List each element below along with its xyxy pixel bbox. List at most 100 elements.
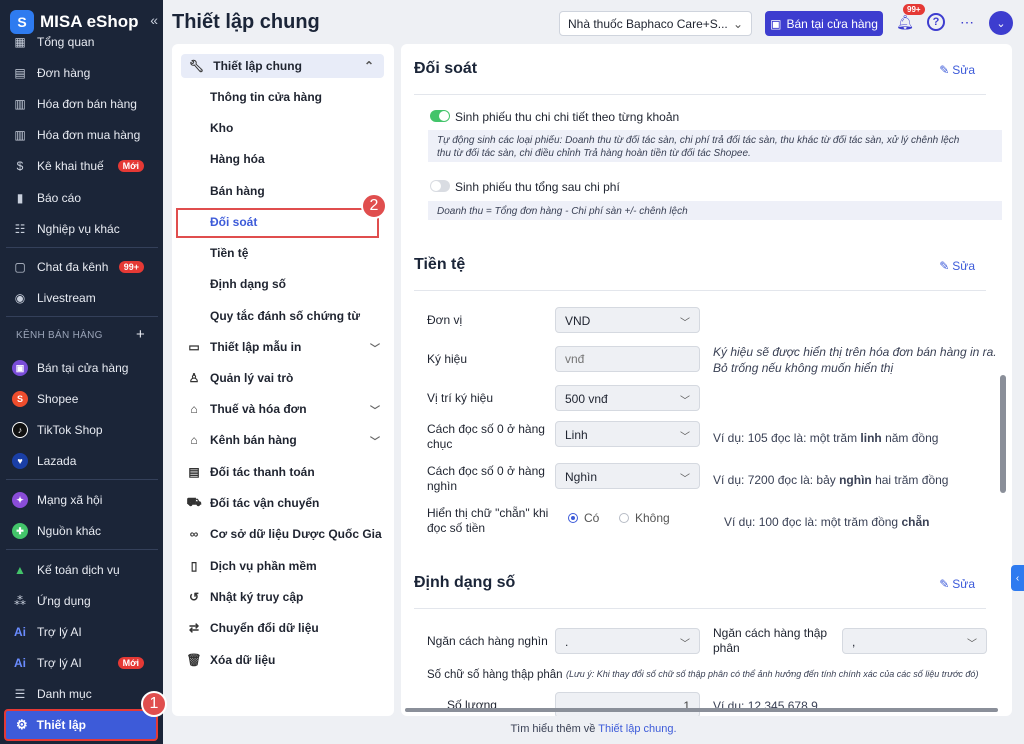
menu-warehouse[interactable]: Kho <box>210 121 233 135</box>
brand-name: MISA eShop <box>40 12 139 31</box>
menu-tax-invoice[interactable]: ⌂ Thuế và hóa đơn ﹀ <box>186 399 386 419</box>
sidebar-item-ai-assistant-new[interactable]: Ai Trợ lý AI Mới <box>12 651 158 675</box>
truck-icon: ⛟ <box>186 495 202 509</box>
menu-shipping-partners[interactable]: ⛟ Đối tác vận chuyển <box>186 493 386 513</box>
decimal-separator-select[interactable]: , ﹀ <box>842 628 987 654</box>
divider <box>414 608 986 609</box>
toggle-label: Sinh phiếu thu chi chi tiết theo từng kh… <box>455 110 680 124</box>
sidebar-item-chat[interactable]: ▢ Chat đa kênh 99+ <box>12 255 158 279</box>
sidebar-item-lazada[interactable]: ♥ Lazada <box>12 449 158 473</box>
broadcast-icon: ◉ <box>14 291 26 305</box>
divider <box>6 549 158 550</box>
learn-more-link[interactable]: Thiết lập chung. <box>598 723 676 735</box>
menu-sales[interactable]: Bán hàng <box>210 184 265 198</box>
footer: Tìm hiểu thêm về Thiết lập chung. <box>510 723 677 735</box>
read-zero-tens-select[interactable]: Linh ﹀ <box>555 421 700 447</box>
field-label: Cách đọc số 0 ở hàng nghìn <box>427 464 545 493</box>
convert-icon: ⇄ <box>188 621 200 635</box>
chevron-down-icon: ﹀ <box>370 405 380 417</box>
radio-yes[interactable] <box>568 513 578 523</box>
section-title-number-format: Định dạng số <box>414 574 516 591</box>
sell-in-store-button[interactable]: ▣ Bán tại cửa hàng <box>765 11 883 36</box>
menu-reconciliation[interactable]: Đối soát <box>210 215 257 229</box>
edit-reconciliation-button[interactable]: ✎ Sửa <box>939 63 975 77</box>
menu-pharma-database[interactable]: ∞ Cơ sở dữ liệu Dược Quốc Gia <box>186 524 386 544</box>
edit-number-format-button[interactable]: ✎ Sửa <box>939 577 975 591</box>
menu-software-services[interactable]: ▯ Dịch vụ phần mềm <box>186 556 386 576</box>
user-menu-icon[interactable]: ⌄ <box>989 11 1013 35</box>
sidebar-item-livestream[interactable]: ◉ Livestream <box>12 286 158 310</box>
sidebar-item-other-source[interactable]: ✚ Nguồn khác <box>12 519 158 543</box>
currency-unit-select[interactable]: VND ﹀ <box>555 307 700 333</box>
tiktok-icon: ♪ <box>12 422 28 438</box>
lazada-icon: ♥ <box>12 453 28 469</box>
sidebar-item-orders[interactable]: ▤ Đơn hàng <box>12 61 158 85</box>
sidebar-item-purchase-invoice[interactable]: ▥ Hóa đơn mua hàng <box>12 123 158 147</box>
toggle-detailed-receipts[interactable] <box>430 110 450 122</box>
toggle-total-receipts[interactable] <box>430 180 450 192</box>
menu-doc-numbering[interactable]: Quy tắc đánh số chứng từ <box>210 309 360 323</box>
field-label: Hiển thị chữ "chẵn" khi đọc số tiền <box>427 506 549 535</box>
menu-payment-partners[interactable]: ▤ Đối tác thanh toán <box>186 462 386 482</box>
read-zero-thousands-select[interactable]: Nghìn ﹀ <box>555 463 700 489</box>
menu-sales-channels[interactable]: ⌂ Kênh bán hàng ﹀ <box>186 430 386 450</box>
sidebar-item-tax[interactable]: $ Kê khai thuế Mới <box>12 154 158 178</box>
menu-delete-data[interactable]: 🗑︎ Xóa dữ liệu <box>186 650 386 670</box>
sidebar-item-apps[interactable]: ⁂ Ứng dụng <box>12 589 158 613</box>
notification-badge: 99+ <box>903 4 925 15</box>
sidebar-item-tiktok[interactable]: ♪ TikTok Shop <box>12 418 158 442</box>
currency-symbol-input[interactable] <box>555 346 700 372</box>
store-select[interactable]: Nhà thuốc Baphaco Care+S... ⌄ <box>559 11 752 36</box>
collapse-sidebar-icon[interactable]: « <box>150 12 158 28</box>
radio-no[interactable] <box>619 513 629 523</box>
store-icon: ▣ <box>770 16 782 31</box>
sidebar-item-ai-assistant[interactable]: Ai Trợ lý AI <box>12 620 158 644</box>
toggle-label: Sinh phiếu thu tổng sau chi phí <box>455 180 620 194</box>
symbol-position-select[interactable]: 500 vnđ ﹀ <box>555 385 700 411</box>
sidebar-item-other-ops[interactable]: ☷ Nghiệp vụ khác <box>12 217 158 241</box>
menu-general-settings[interactable]: 🔧︎ Thiết lập chung ⌃ <box>181 54 384 78</box>
chevron-left-icon[interactable]: ‹ <box>1011 565 1024 591</box>
edit-currency-button[interactable]: ✎ Sửa <box>939 259 975 273</box>
document-icon: ▯ <box>190 559 198 573</box>
menu-currency[interactable]: Tiền tệ <box>210 246 248 260</box>
sales-channels-heading: KÊNH BÁN HÀNG <box>16 330 103 341</box>
sidebar-item-instore[interactable]: ▣ Bán tại cửa hàng <box>12 356 158 380</box>
chevron-down-icon: ﹀ <box>680 396 690 407</box>
menu-number-format[interactable]: Định dạng số <box>210 277 286 291</box>
add-channel-icon[interactable]: + <box>136 326 145 343</box>
pencil-icon: ✎ <box>939 259 950 273</box>
help-icon[interactable]: ? <box>927 13 945 31</box>
sidebar-item-catalog[interactable]: ☰ Danh mục <box>12 682 158 706</box>
vertical-scrollbar[interactable] <box>1000 375 1006 493</box>
sidebar-item-reports[interactable]: ▮ Báo cáo <box>12 186 158 210</box>
receipt-icon: ▥ <box>14 128 26 142</box>
menu-data-conversion[interactable]: ⇄ Chuyển đổi dữ liệu <box>186 618 386 638</box>
top-bar: Thiết lập chung Nhà thuốc Baphaco Care+S… <box>163 0 1024 44</box>
menu-goods[interactable]: Hàng hóa <box>210 152 265 166</box>
bell-icon[interactable]: 🔔︎ <box>896 13 914 31</box>
section-title-currency: Tiền tệ <box>414 256 466 273</box>
menu-roles[interactable]: ♙ Quản lý vai trò <box>186 368 386 388</box>
menu-access-log[interactable]: ↺ Nhật ký truy cập <box>186 587 386 607</box>
menu-store-info[interactable]: Thông tin cửa hàng <box>210 90 322 104</box>
sidebar-item-accounting[interactable]: ▲ Kế toán dịch vụ <box>12 558 158 582</box>
more-icon[interactable]: ⋯ <box>958 13 976 31</box>
chevron-up-icon: ⌃ <box>363 59 374 73</box>
apps-icon: ⁂ <box>14 594 26 608</box>
sidebar-item-overview[interactable]: ▦ Tổng quan <box>12 30 158 54</box>
horizontal-scrollbar[interactable] <box>405 708 998 712</box>
sidebar-item-settings[interactable]: ⚙ Thiết lập <box>4 709 158 741</box>
quantity-decimals-input[interactable]: 1 <box>555 692 700 716</box>
ai-icon: Ai <box>14 656 26 670</box>
sidebar-item-sales-invoice[interactable]: ▥ Hóa đơn bán hàng <box>12 92 158 116</box>
section-title-reconciliation: Đối soát <box>414 60 478 77</box>
chevron-down-icon: ﹀ <box>680 318 690 329</box>
sidebar-item-shopee[interactable]: S Shopee <box>12 387 158 411</box>
radio-label: Có <box>584 511 600 525</box>
thousands-separator-select[interactable]: . ﹀ <box>555 628 700 654</box>
clipboard-icon: ▤ <box>14 66 26 80</box>
sidebar-item-social[interactable]: ✦ Mạng xã hội <box>12 488 158 512</box>
field-label: Cách đọc số 0 ở hàng chục <box>427 422 545 451</box>
menu-print-templates[interactable]: ▭ Thiết lập mẫu in ﹀ <box>186 337 386 357</box>
